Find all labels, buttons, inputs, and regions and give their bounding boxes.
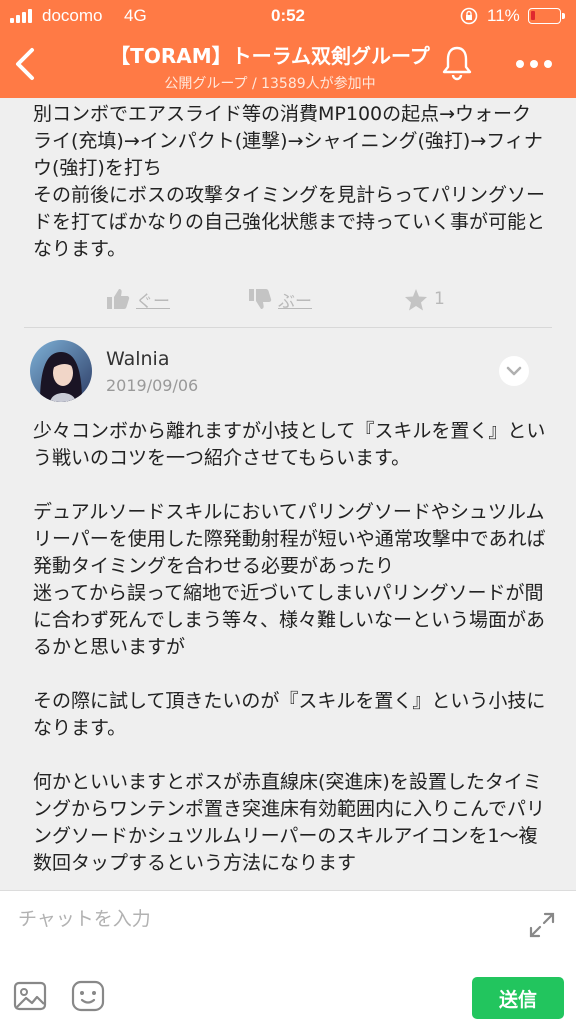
battery-percent: 11%	[487, 6, 520, 25]
like-label: ぐー	[136, 291, 170, 312]
reaction-bar: ぐー ぶー 1	[0, 285, 576, 315]
group-subtitle: 公開グループ / 13589人が参加中	[164, 76, 376, 92]
username[interactable]: Walnia	[106, 348, 169, 370]
star-count: 1	[434, 289, 445, 309]
star-button[interactable]: 1	[404, 285, 445, 313]
star-icon	[405, 288, 427, 310]
rotation-lock-icon	[460, 7, 478, 25]
like-button[interactable]: ぐー	[106, 285, 170, 313]
message-menu-button[interactable]	[499, 356, 529, 386]
post-date: 2019/09/06	[106, 376, 199, 395]
chat-input[interactable]	[18, 901, 508, 937]
app-header: docomo 4G 0:52 11% 【TORAM】トーラム双剣グループ 公開グ…	[0, 0, 576, 98]
chat-composer: 送信	[0, 890, 576, 1024]
thumbs-down-icon	[249, 289, 272, 309]
expand-icon	[529, 912, 555, 938]
chat-scroll-area[interactable]: 別コンボでエアスライド等の消費MP100の起点→ウォークライ(充填)→インパクト…	[0, 98, 576, 890]
dislike-label: ぶー	[278, 291, 312, 312]
more-options-button[interactable]	[514, 54, 554, 74]
chevron-left-icon	[16, 48, 34, 80]
status-bar: docomo 4G 0:52 11%	[0, 0, 576, 32]
group-title-block[interactable]: 【TORAM】トーラム双剣グループ 公開グループ / 13589人が参加中	[80, 40, 460, 93]
bell-icon	[442, 46, 472, 81]
message-text: 少々コンボから離れますが小技として『スキルを置く』という戦いのコツを一つ紹介させ…	[33, 420, 546, 874]
chevron-down-icon	[506, 366, 522, 376]
dislike-button[interactable]: ぶー	[248, 285, 312, 313]
send-button[interactable]: 送信	[472, 977, 564, 1019]
message-divider	[24, 327, 552, 328]
group-title: 【TORAM】トーラム双剣グループ	[110, 44, 430, 68]
image-icon	[13, 981, 47, 1011]
expand-button[interactable]	[528, 911, 556, 939]
avatar[interactable]	[30, 340, 92, 402]
battery-icon	[528, 8, 565, 24]
image-attach-button[interactable]	[12, 979, 48, 1013]
message-text: 別コンボでエアスライド等の消費MP100の起点→ウォークライ(充填)→インパクト…	[33, 103, 546, 260]
sticker-button[interactable]	[70, 979, 106, 1013]
thumbs-up-icon	[107, 289, 130, 309]
emoji-icon	[71, 980, 105, 1012]
back-button[interactable]	[8, 40, 48, 88]
notification-button[interactable]	[440, 44, 474, 82]
